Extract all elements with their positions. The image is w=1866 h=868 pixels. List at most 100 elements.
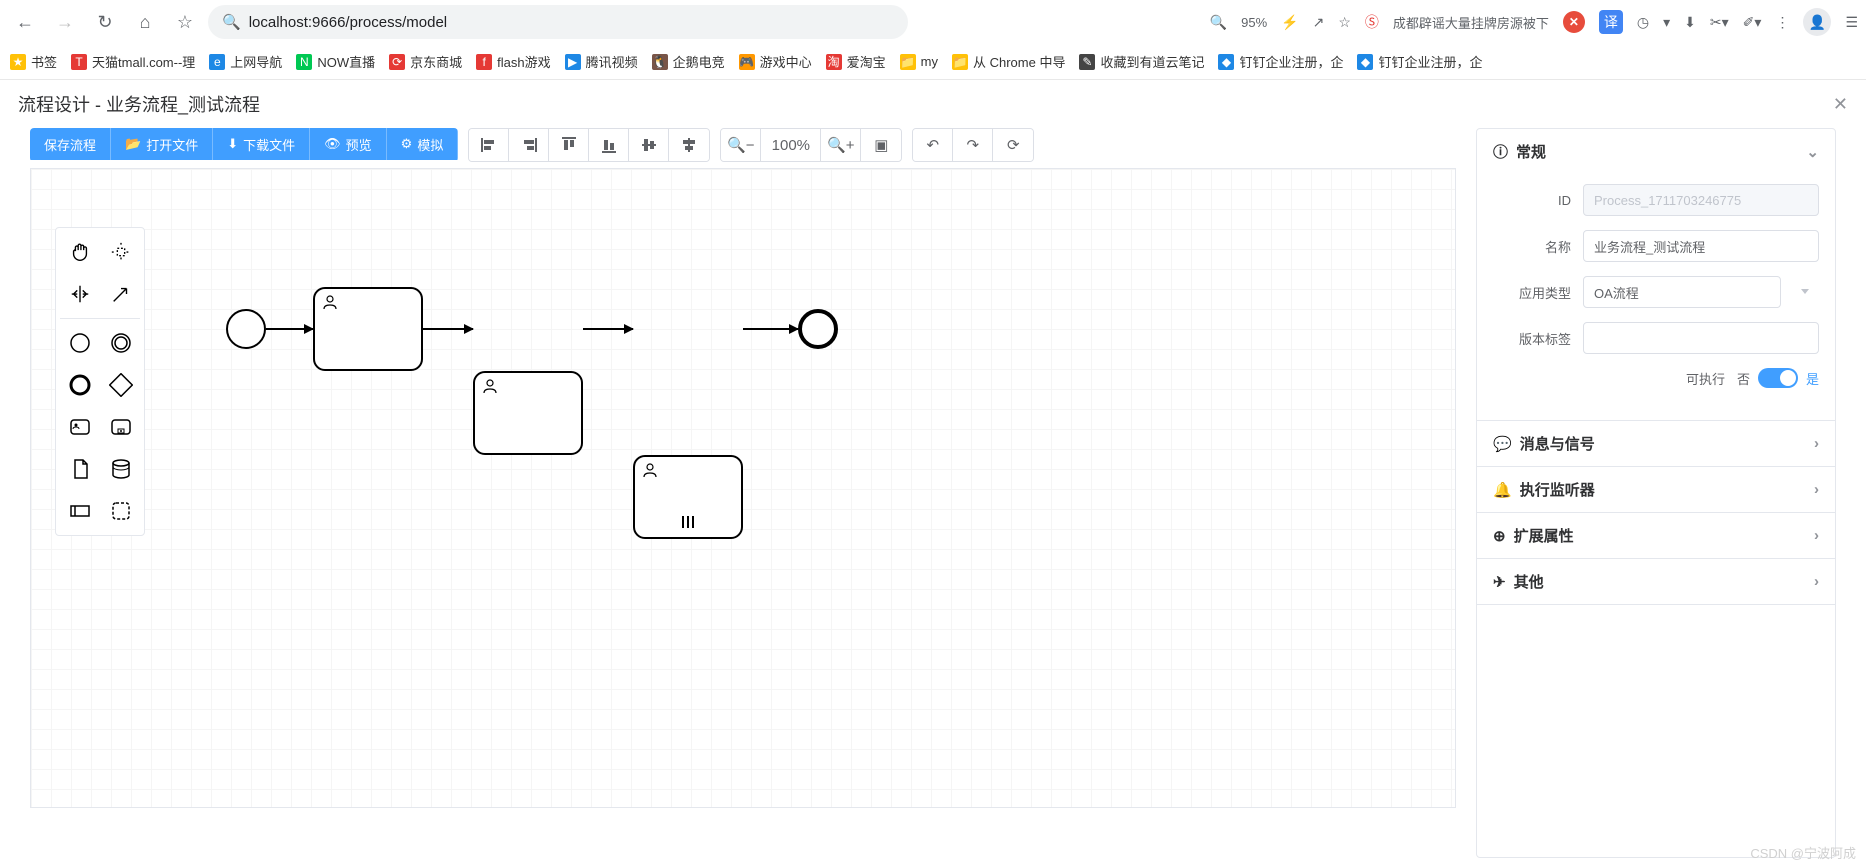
bookmark-item[interactable]: 📁从 Chrome 中导	[952, 52, 1065, 71]
close-button[interactable]: ✕	[1833, 94, 1848, 115]
bookmark-icon[interactable]: ☆	[1338, 14, 1351, 31]
reload-button[interactable]: ↻	[88, 5, 122, 39]
scissors-icon[interactable]: ✂▾	[1710, 14, 1729, 31]
zoom-icon[interactable]: 🔍	[1210, 14, 1227, 31]
chevron-down-icon[interactable]: ▾	[1663, 14, 1670, 31]
sequence-flow[interactable]	[423, 328, 473, 330]
bookmark-item[interactable]: 📁my	[900, 54, 938, 70]
section-header[interactable]: 🔔执行监听器›	[1477, 467, 1835, 512]
保存流程-button[interactable]: 保存流程	[30, 128, 111, 160]
home-button[interactable]: ⌂	[128, 5, 162, 39]
section-title: 执行监听器	[1520, 479, 1595, 500]
subprocess-tool[interactable]	[101, 407, 140, 447]
预览-button[interactable]: 👁预览	[310, 128, 387, 160]
connect-tool[interactable]	[101, 274, 140, 314]
exec-no: 否	[1737, 369, 1750, 388]
intermediate-event-tool[interactable]	[101, 323, 140, 363]
ext-translate-icon[interactable]: 译	[1599, 10, 1623, 34]
bookmark-item[interactable]: fflash游戏	[476, 52, 550, 71]
bookmark-label: my	[921, 54, 938, 69]
chevron-right-icon: ›	[1814, 573, 1819, 590]
s-icon[interactable]: Ⓢ	[1365, 12, 1379, 32]
bookmark-icon: 🐧	[652, 54, 668, 70]
align-top-button[interactable]	[549, 129, 589, 161]
ext-pdf-icon[interactable]: ✕	[1563, 11, 1585, 33]
address-bar[interactable]: 🔍 localhost:9666/process/model	[208, 5, 908, 39]
bookmark-item[interactable]: NNOW直播	[296, 52, 375, 71]
模拟-button[interactable]: ⚙模拟	[387, 128, 459, 160]
start-event-node[interactable]	[226, 309, 266, 349]
bookmark-icon: 🎮	[739, 54, 755, 70]
zoom-out-button[interactable]: 🔍−	[721, 129, 761, 161]
align-bottom-button[interactable]	[589, 129, 629, 161]
back-button[interactable]: ←	[8, 5, 42, 39]
bookmark-item[interactable]: ▶腾讯视频	[565, 52, 638, 71]
align-vcenter-button[interactable]	[669, 129, 709, 161]
zoom-in-button[interactable]: 🔍+	[821, 129, 861, 161]
bookmark-item[interactable]: ⟳京东商城	[389, 52, 462, 71]
user-task-1[interactable]	[313, 287, 423, 371]
section-header[interactable]: ✈其他›	[1477, 559, 1835, 604]
data-store-tool[interactable]	[101, 449, 140, 489]
zoom-fit-button[interactable]: ▣	[861, 129, 901, 161]
section-general-header[interactable]: ⓘ 常规 ⌄	[1477, 129, 1835, 174]
history-icon[interactable]: ◷	[1637, 14, 1649, 31]
undo-button[interactable]: ↶	[913, 129, 953, 161]
sequence-flow[interactable]	[266, 328, 313, 330]
download-icon[interactable]: ⬇	[1684, 14, 1696, 31]
gateway-tool[interactable]	[101, 365, 140, 405]
bookmark-item[interactable]: ◆钉钉企业注册，企	[1218, 52, 1343, 71]
end-event-node[interactable]	[798, 309, 838, 349]
star-button[interactable]: ☆	[168, 5, 202, 39]
group-tool[interactable]	[101, 491, 140, 531]
user-task-3[interactable]	[633, 455, 743, 539]
bookmark-item[interactable]: ★书签	[10, 52, 57, 71]
pool-tool[interactable]	[60, 491, 99, 531]
data-object-tool[interactable]	[60, 449, 99, 489]
section-header[interactable]: ⊕扩展属性›	[1477, 513, 1835, 558]
bpmn-canvas[interactable]	[30, 168, 1456, 808]
menu-icon[interactable]: ⋮	[1775, 14, 1789, 31]
bookmark-item[interactable]: e上网导航	[209, 52, 282, 71]
search-icon: 🔍	[222, 13, 241, 31]
user-task-2[interactable]	[473, 371, 583, 455]
user-icon	[481, 377, 499, 400]
bookmark-icon: 淘	[826, 54, 842, 70]
bookmark-icon: T	[71, 54, 87, 70]
refresh-button[interactable]: ⟳	[993, 129, 1033, 161]
end-event-tool[interactable]	[60, 365, 99, 405]
bookmark-item[interactable]: T天猫tmall.com--理	[71, 52, 195, 71]
打开文件-button[interactable]: 📂打开文件	[111, 128, 213, 160]
bookmark-item[interactable]: ✎收藏到有道云笔记	[1079, 52, 1204, 71]
forward-button[interactable]: →	[48, 5, 82, 39]
redo-button[interactable]: ↷	[953, 129, 993, 161]
start-event-tool[interactable]	[60, 323, 99, 363]
section-icon: 💬	[1493, 435, 1512, 453]
bookmark-item[interactable]: 淘爱淘宝	[826, 52, 886, 71]
edit-icon[interactable]: ✐▾	[1743, 14, 1762, 31]
下载文件-button[interactable]: ⬇下载文件	[213, 128, 310, 160]
profile-icon[interactable]: 👤	[1803, 8, 1831, 36]
bookmark-item[interactable]: 🎮游戏中心	[739, 52, 812, 71]
section-header[interactable]: 💬消息与信号›	[1477, 421, 1835, 466]
align-hcenter-button[interactable]	[629, 129, 669, 161]
version-input[interactable]	[1583, 322, 1819, 354]
hamburger-icon[interactable]: ☰	[1845, 14, 1858, 31]
bookmark-item[interactable]: 🐧企鹅电竞	[652, 52, 725, 71]
name-input[interactable]	[1583, 230, 1819, 262]
bookmark-item[interactable]: ◆钉钉企业注册，企	[1357, 52, 1482, 71]
sequence-flow[interactable]	[743, 328, 798, 330]
share-icon[interactable]: ↗	[1313, 14, 1325, 31]
exec-toggle[interactable]	[1758, 368, 1798, 388]
lasso-tool[interactable]	[101, 232, 140, 272]
user-task-tool[interactable]	[60, 407, 99, 447]
browser-toolbar: ← → ↻ ⌂ ☆ 🔍 localhost:9666/process/model…	[0, 0, 1866, 44]
sequence-flow[interactable]	[583, 328, 633, 330]
id-label: ID	[1493, 193, 1583, 208]
align-right-button[interactable]	[509, 129, 549, 161]
space-tool[interactable]	[60, 274, 99, 314]
align-left-button[interactable]	[469, 129, 509, 161]
app-type-select[interactable]	[1583, 276, 1781, 308]
flash-icon[interactable]: ⚡	[1281, 14, 1298, 31]
hand-tool[interactable]	[60, 232, 99, 272]
